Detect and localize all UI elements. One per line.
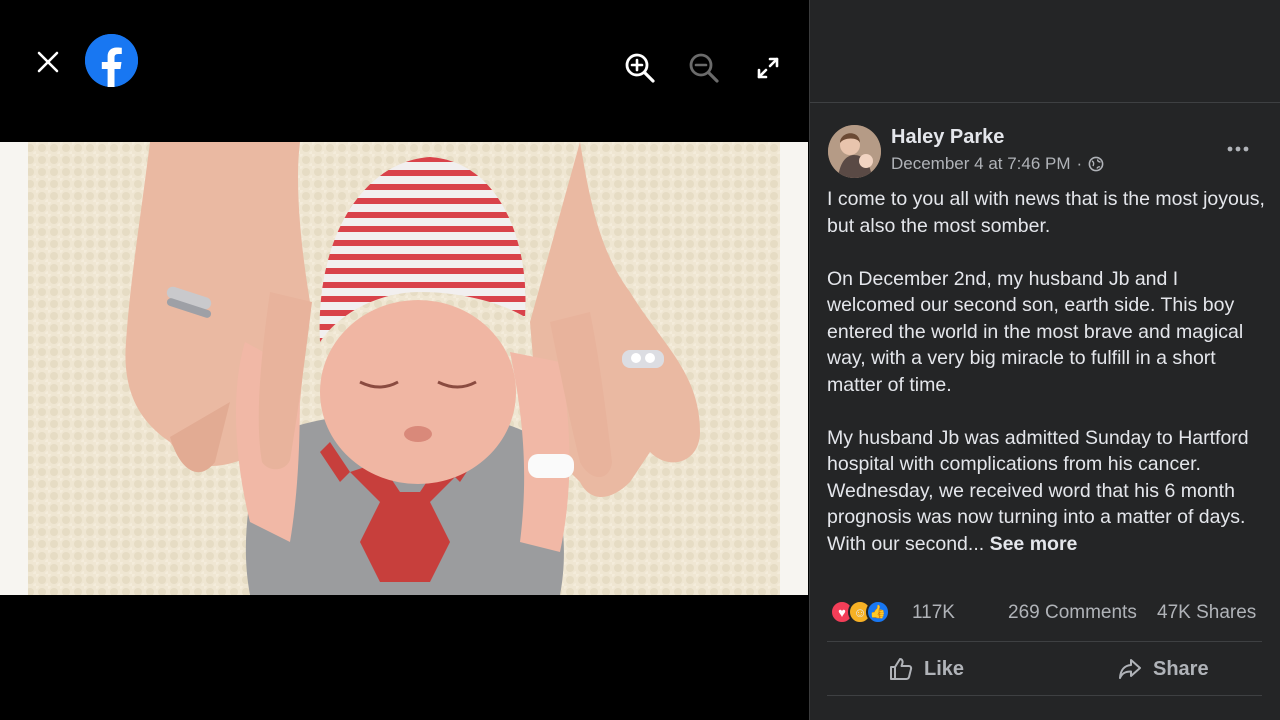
globe-icon	[1088, 156, 1104, 172]
author-name[interactable]: Haley Parke	[891, 126, 1004, 149]
post-meta: December 4 at 7:46 PM ·	[891, 154, 1104, 174]
more-dots-icon	[1227, 146, 1249, 152]
post-paragraph-last: My husband Jb was admitted Sunday to Har…	[827, 425, 1267, 558]
post-timestamp[interactable]: December 4 at 7:46 PM	[891, 154, 1071, 174]
newborn-photo-illustration	[0, 142, 808, 595]
share-button[interactable]: Share	[1117, 652, 1209, 686]
fullscreen-button[interactable]	[750, 50, 786, 86]
post-side-panel: Haley Parke December 4 at 7:46 PM · I co…	[810, 0, 1280, 720]
more-options-button[interactable]	[1218, 134, 1258, 164]
post-paragraph: I come to you all with news that is the …	[827, 188, 1265, 237]
shares-count[interactable]: 47K Shares	[1157, 602, 1256, 624]
like-label: Like	[924, 657, 965, 680]
divider	[827, 641, 1262, 642]
close-icon	[37, 51, 59, 73]
zoom-out-button[interactable]	[686, 50, 722, 86]
thumbs-up-icon	[890, 658, 913, 680]
zoom-out-icon	[689, 53, 719, 83]
zoom-in-icon	[625, 53, 655, 83]
meta-separator: ·	[1076, 154, 1083, 173]
post-photo[interactable]	[0, 142, 808, 595]
author-avatar[interactable]	[828, 125, 881, 178]
see-more-link[interactable]: See more	[990, 533, 1078, 555]
close-button[interactable]	[30, 44, 66, 80]
zoom-in-button[interactable]	[622, 50, 658, 86]
post-body: I come to you all with news that is the …	[827, 186, 1267, 557]
reaction-icons[interactable]: ♥ ☺ 👍	[830, 600, 890, 624]
divider	[827, 695, 1262, 696]
post-paragraph: On December 2nd, my husband Jb and I wel…	[827, 267, 1244, 396]
comments-count[interactable]: 269 Comments	[1008, 602, 1137, 624]
like-reaction-icon: 👍	[866, 600, 890, 624]
facebook-logo[interactable]	[85, 34, 138, 87]
panel-header-area	[810, 0, 1280, 103]
fullscreen-icon	[757, 57, 779, 79]
share-arrow-icon	[1119, 659, 1141, 679]
reaction-count[interactable]: 117K	[912, 602, 955, 624]
photo-viewer	[0, 0, 810, 720]
share-label: Share	[1153, 657, 1209, 680]
like-button[interactable]: Like	[888, 652, 964, 686]
